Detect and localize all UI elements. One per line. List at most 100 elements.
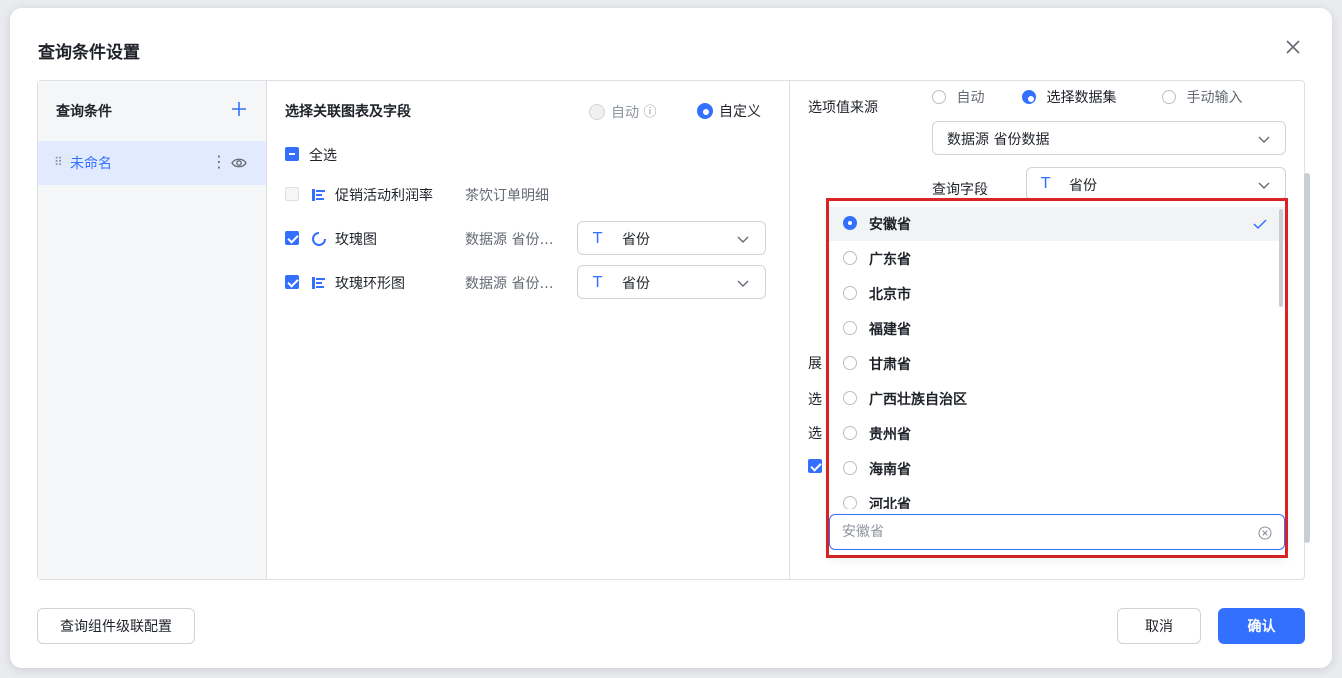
radio-indicator [843,286,857,300]
dropdown-option-label: 广东省 [869,252,911,268]
dropdown-option-label: 贵州省 [869,427,911,443]
chart-name: 玫瑰环形图 [335,276,405,292]
radio-indicator [1022,90,1036,104]
field-select-value: 省份 [622,276,650,292]
chart-source: 茶饮订单明细 [465,188,549,204]
select-all-row[interactable]: 全选 [285,137,765,173]
dropdown-list: 安徽省 广东省 北京市 福建省 甘肃省 广西壮族自治区 贵州省 海南省 河北省 … [829,201,1285,555]
dropdown-option-label: 广西壮族自治区 [869,392,967,408]
chart-source: 数据源 省份… [465,232,554,248]
text-type-icon: T [593,273,603,291]
cascade-config-button[interactable]: 查询组件级联配置 [37,608,195,644]
radio-indicator [843,356,857,370]
radio-indicator [697,103,713,119]
dropdown-option[interactable]: 北京市 [829,277,1285,311]
bar-chart-icon [312,189,325,201]
radio-indicator [843,426,857,440]
plus-icon[interactable] [231,101,247,117]
option-source-manual-label: 手动输入 [1186,90,1243,106]
clear-icon[interactable] [1258,526,1272,540]
field-select[interactable]: T 省份 [577,221,766,255]
bar-chart-icon [312,277,325,289]
condition-item-label: 未命名 [70,156,112,172]
chart-row: 促销活动利润率 茶饮订单明细 [285,177,765,213]
check-icon [1253,219,1267,230]
mode-auto-radio[interactable]: 自动 ⓘ [589,101,656,122]
province-dropdown: 安徽省 广东省 北京市 福建省 甘肃省 广西壮族自治区 贵州省 海南省 河北省 … [826,198,1288,558]
chart-name: 玫瑰图 [335,232,377,248]
chevron-down-icon [1258,182,1270,189]
chevron-down-icon [1258,136,1270,143]
option-source-label: 选项值来源 [808,100,878,116]
mode-auto-label: 自动 [611,105,639,121]
confirm-button[interactable]: 确认 [1218,608,1305,644]
mode-custom-radio[interactable]: 自定义 [697,101,761,121]
dataset-select-value: 数据源 省份数据 [947,132,1050,148]
partial-label: 选 [808,426,822,442]
chart-field-panel: 选择关联图表及字段 自动 ⓘ 自定义 全选 促销活动利润率 茶饮订单明细 玫瑰图… [267,81,790,579]
condition-item[interactable]: ⠿ 未命名 ⋮ [38,141,266,185]
partial-label: 选 [808,392,822,408]
chart-row: 玫瑰环形图 数据源 省份… T 省份 [285,265,766,301]
dropdown-search-box[interactable] [829,514,1285,550]
chart-checkbox[interactable] [285,231,299,245]
dropdown-option-label: 福建省 [869,322,911,338]
dropdown-search-input[interactable] [842,521,1242,543]
dropdown-option[interactable]: 贵州省 [829,417,1285,451]
chart-checkbox[interactable] [285,187,299,201]
chart-field-title: 选择关联图表及字段 [285,104,411,120]
radio-indicator [843,496,857,509]
field-select[interactable]: T 省份 [577,265,766,299]
dropdown-option-label: 海南省 [869,462,911,478]
option-source-dataset[interactable]: 选择数据集 [1022,87,1116,107]
radio-indicator [932,90,946,104]
cancel-button[interactable]: 取消 [1117,608,1201,644]
query-field-select[interactable]: T 省份 [1026,167,1286,201]
dropdown-option[interactable]: 广东省 [829,242,1285,276]
rose-chart-icon [312,232,326,246]
option-source-auto-label: 自动 [956,90,985,106]
info-icon[interactable]: ⓘ [643,105,656,120]
dropdown-option[interactable]: 福建省 [829,312,1285,346]
drag-handle-icon[interactable]: ⠿ [54,155,63,169]
text-type-icon: T [1041,174,1051,192]
dropdown-option-label: 甘肃省 [869,357,911,373]
more-icon[interactable]: ⋮ [211,152,227,171]
condition-list-title: 查询条件 [56,104,112,120]
select-all-checkbox[interactable] [285,147,299,161]
chart-name: 促销活动利润率 [335,188,433,204]
close-icon[interactable] [1282,36,1304,58]
dropdown-option[interactable]: 海南省 [829,452,1285,486]
condition-list-panel: 查询条件 ⠿ 未命名 ⋮ [38,81,267,579]
chevron-down-icon [737,236,749,243]
radio-indicator [843,216,857,230]
radio-indicator [843,391,857,405]
dropdown-scrollbar[interactable] [1279,209,1283,307]
query-field-value: 省份 [1069,178,1097,194]
option-source-dataset-label: 选择数据集 [1046,90,1117,106]
dropdown-option[interactable]: 河北省 [829,487,1285,509]
dropdown-option[interactable]: 安徽省 [829,207,1285,241]
option-source-auto[interactable]: 自动 [932,87,984,107]
chevron-down-icon [737,280,749,287]
query-field-label: 查询字段 [932,182,988,198]
radio-indicator [843,251,857,265]
eye-icon[interactable] [231,155,247,171]
option-source-manual[interactable]: 手动输入 [1162,87,1242,107]
radio-indicator [843,321,857,335]
dropdown-option[interactable]: 甘肃省 [829,347,1285,381]
dataset-select[interactable]: 数据源 省份数据 [932,121,1286,155]
panel-scrollbar[interactable] [1304,173,1310,543]
select-all-label: 全选 [309,148,337,164]
radio-indicator [1162,90,1176,104]
chart-checkbox[interactable] [285,275,299,289]
text-type-icon: T [593,229,603,247]
option-checkbox[interactable] [808,459,822,473]
dropdown-option-label: 河北省 [869,497,911,509]
chart-source: 数据源 省份… [465,276,554,292]
mode-custom-label: 自定义 [719,104,761,120]
chart-row: 玫瑰图 数据源 省份… T 省份 [285,221,766,257]
dialog-title: 查询条件设置 [38,43,140,63]
dropdown-option[interactable]: 广西壮族自治区 [829,382,1285,416]
dropdown-option-label: 安徽省 [869,217,911,233]
